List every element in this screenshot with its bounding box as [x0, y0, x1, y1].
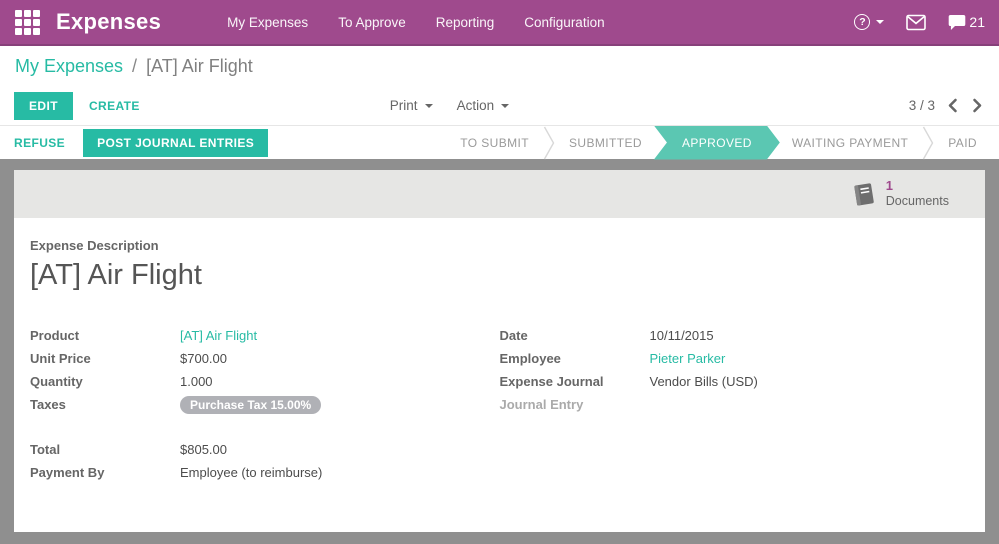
- field-total: Total $805.00: [30, 438, 969, 461]
- field-value: $700.00: [180, 351, 227, 366]
- field-label: Total: [30, 442, 61, 457]
- stage-submitted[interactable]: SUBMITTED: [555, 126, 656, 160]
- pager-next-button[interactable]: [970, 96, 985, 115]
- sheet-body: Expense Description [AT] Air Flight Prod…: [14, 218, 985, 532]
- field-quantity: Quantity 1.000: [30, 370, 500, 393]
- employee-link[interactable]: Pieter Parker: [650, 351, 726, 366]
- field-employee: Employee Pieter Parker: [500, 347, 970, 370]
- stage-paid[interactable]: PAID: [934, 126, 991, 160]
- status-pipeline: TO SUBMIT SUBMITTED APPROVED WAITING PAY…: [446, 126, 999, 160]
- field-label: Date: [499, 328, 528, 343]
- documents-count: 1: [885, 178, 893, 194]
- totals-group: Total $805.00 Payment By Employee (to re…: [30, 438, 969, 484]
- field-taxes: Taxes Purchase Tax 15.00%: [30, 393, 500, 416]
- tax-tag: Purchase Tax 15.00%: [180, 395, 322, 414]
- chevron-left-icon: [948, 98, 957, 113]
- control-panel: EDIT CREATE Print Action 3 / 3: [0, 86, 999, 125]
- field-label: Payment By: [30, 465, 105, 480]
- statusbar: REFUSE POST JOURNAL ENTRIES TO SUBMIT SU…: [0, 125, 999, 159]
- help-menu-button[interactable]: ?: [854, 14, 885, 30]
- app-title: Expenses: [56, 9, 162, 34]
- field-label: Employee: [499, 351, 561, 366]
- documents-stat: 1 Documents: [886, 178, 949, 210]
- control-dropdowns: Print Action: [390, 98, 510, 113]
- field-payment-by: Payment By Employee (to reimburse): [30, 461, 969, 484]
- main-menu: My Expenses To Approve Reporting Configu…: [227, 15, 604, 30]
- field-group-left: Product [AT] Air Flight Unit Price $700.…: [30, 324, 500, 416]
- messages-envelope-icon[interactable]: [906, 14, 927, 31]
- print-dropdown[interactable]: Print: [390, 98, 433, 113]
- book-icon: [854, 182, 874, 205]
- top-navbar: Expenses My Expenses To Approve Reportin…: [0, 0, 999, 46]
- pager-previous-button[interactable]: [945, 96, 960, 115]
- stage-separator-icon: [922, 126, 934, 160]
- field-unit-price: Unit Price $700.00: [30, 347, 500, 370]
- refuse-button[interactable]: REFUSE: [14, 136, 65, 150]
- field-value: Vendor Bills (USD): [649, 374, 758, 389]
- stage-approved[interactable]: APPROVED: [654, 126, 780, 160]
- field-value: 10/11/2015: [649, 328, 714, 343]
- field-groups: Product [AT] Air Flight Unit Price $700.…: [30, 324, 969, 416]
- chevron-right-icon: [973, 98, 982, 113]
- post-journal-entries-button[interactable]: POST JOURNAL ENTRIES: [83, 128, 269, 157]
- description-label: Expense Description: [30, 238, 159, 253]
- field-label: Expense Journal: [499, 374, 604, 389]
- field-date: Date 10/11/2015: [500, 324, 970, 347]
- pager-value: 3 / 3: [908, 98, 935, 113]
- menu-item-my-expenses[interactable]: My Expenses: [227, 15, 308, 30]
- chevron-down-icon: [424, 103, 433, 108]
- stage-separator-icon: [543, 126, 555, 160]
- field-label: Unit Price: [30, 351, 91, 366]
- breadcrumb: My Expenses / [AT] Air Flight: [0, 46, 999, 86]
- field-label: Product: [30, 328, 80, 343]
- field-label: Taxes: [30, 397, 66, 412]
- sheet-button-box: 1 Documents: [14, 170, 985, 218]
- menu-item-to-approve[interactable]: To Approve: [338, 15, 406, 30]
- create-button[interactable]: CREATE: [89, 99, 140, 113]
- navbar-right-tools: ? 21: [854, 14, 999, 31]
- breadcrumb-parent-link[interactable]: My Expenses: [15, 56, 123, 77]
- menu-item-configuration[interactable]: Configuration: [524, 15, 604, 30]
- field-value: Employee (to reimburse): [180, 465, 323, 480]
- action-dropdown[interactable]: Action: [457, 98, 510, 113]
- print-dropdown-label: Print: [389, 98, 418, 113]
- content-background: 1 Documents Expense Description [AT] Air…: [0, 159, 999, 544]
- record-pager: 3 / 3: [909, 96, 985, 115]
- chat-count: 21: [969, 14, 985, 30]
- help-icon: ?: [854, 14, 871, 30]
- chevron-down-icon: [876, 20, 885, 24]
- breadcrumb-separator: /: [132, 55, 138, 76]
- field-label: Quantity: [30, 374, 83, 389]
- menu-item-reporting[interactable]: Reporting: [436, 15, 495, 30]
- field-product: Product [AT] Air Flight: [30, 324, 500, 347]
- edit-button[interactable]: EDIT: [14, 91, 73, 120]
- apps-grid-icon[interactable]: [12, 9, 42, 35]
- stage-waiting-payment[interactable]: WAITING PAYMENT: [778, 126, 922, 160]
- breadcrumb-current: [AT] Air Flight: [146, 55, 253, 76]
- documents-button[interactable]: 1 Documents: [850, 178, 949, 210]
- action-dropdown-label: Action: [456, 98, 495, 113]
- expenses-app-screen: Expenses My Expenses To Approve Reportin…: [0, 0, 999, 544]
- chevron-down-icon: [501, 103, 510, 108]
- form-sheet: 1 Documents Expense Description [AT] Air…: [14, 170, 985, 532]
- field-group-right: Date 10/11/2015 Employee Pieter Parker E…: [500, 324, 970, 416]
- stage-to-submit[interactable]: TO SUBMIT: [446, 126, 543, 160]
- documents-label: Documents: [885, 194, 949, 209]
- field-value: 1.000: [180, 374, 213, 389]
- field-journal-entry: Journal Entry: [500, 393, 970, 416]
- chat-messages-button[interactable]: 21: [948, 14, 985, 31]
- total-value: $805.00: [180, 442, 227, 457]
- expense-title: [AT] Air Flight: [30, 259, 202, 291]
- product-link[interactable]: [AT] Air Flight: [180, 328, 257, 343]
- field-label: Journal Entry: [499, 397, 584, 412]
- field-expense-journal: Expense Journal Vendor Bills (USD): [500, 370, 970, 393]
- chat-bubble-icon: [949, 14, 966, 30]
